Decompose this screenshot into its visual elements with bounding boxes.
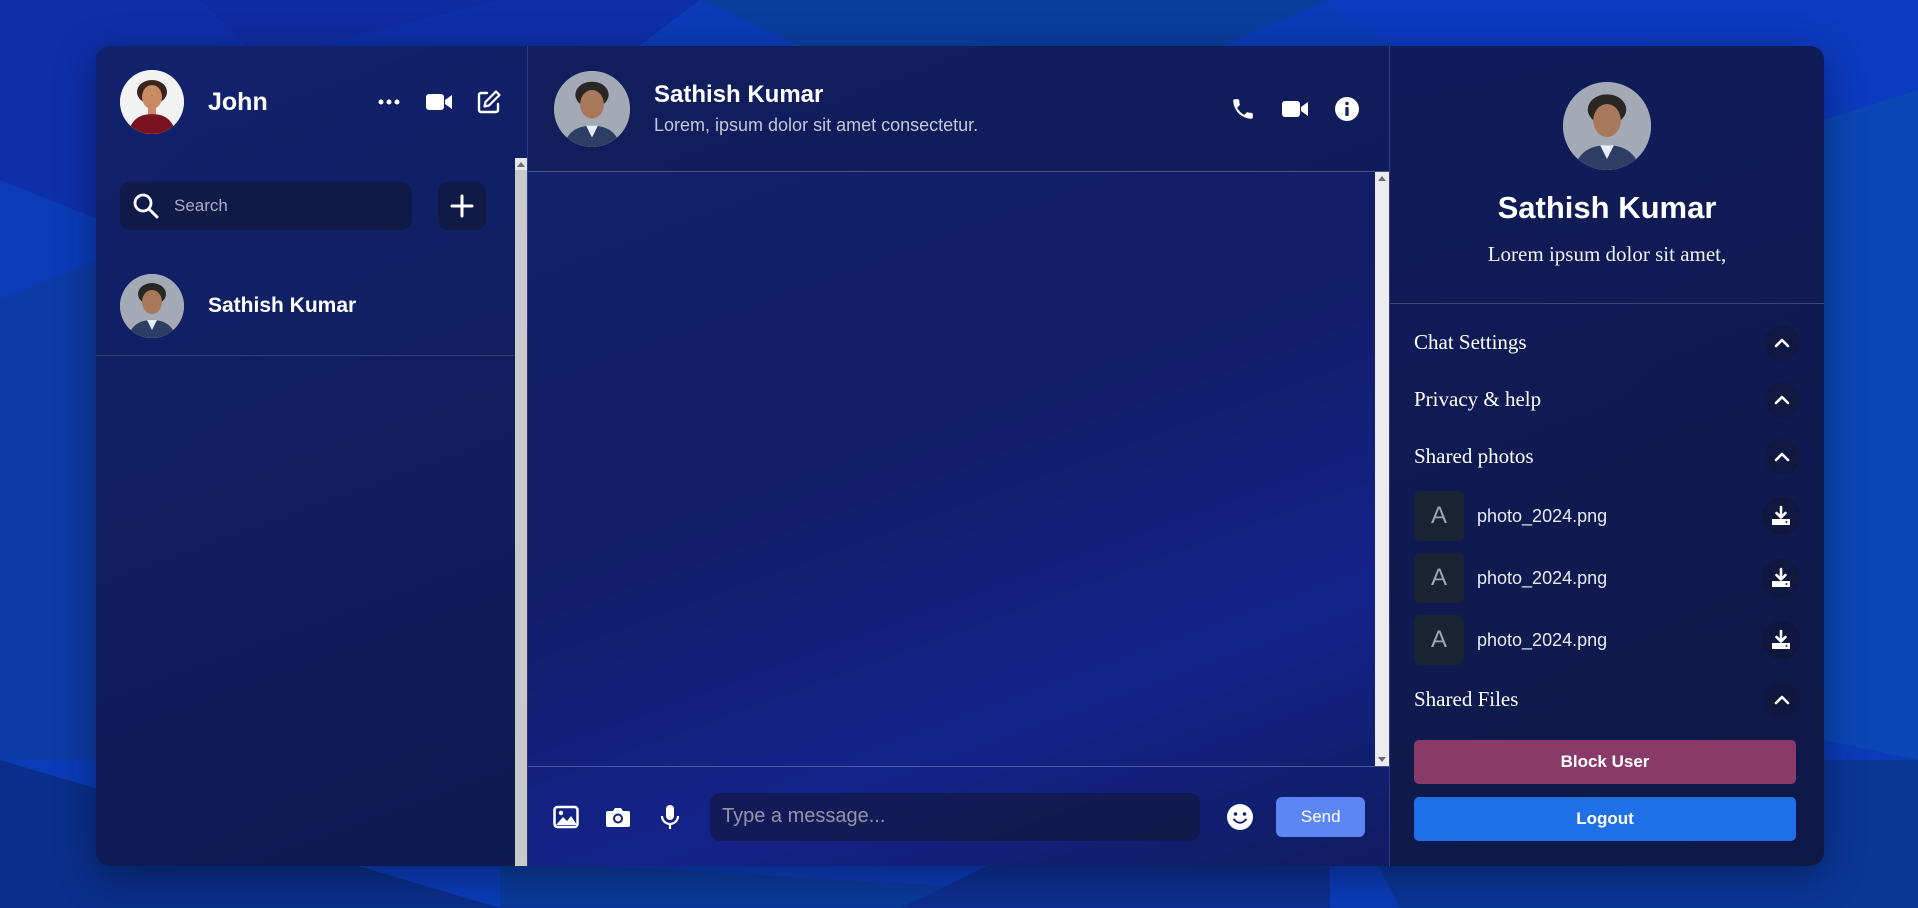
camera-icon[interactable] [604, 803, 632, 831]
user-header: John [96, 46, 527, 158]
photo-name: photo_2024.png [1477, 629, 1608, 650]
message-composer: Send [528, 766, 1389, 866]
photo-thumbnail[interactable]: A [1414, 553, 1464, 603]
chat-partner-name: Sathish Kumar [654, 81, 824, 108]
edit-icon[interactable] [475, 88, 503, 116]
microphone-icon[interactable] [656, 803, 684, 831]
add-button[interactable] [438, 182, 486, 230]
chevron-up-icon[interactable] [1764, 324, 1800, 361]
chat-panel: Sathish Kumar Lorem, ipsum dolor sit ame… [528, 46, 1390, 866]
scroll-up-arrow[interactable] [1375, 172, 1389, 184]
contact-list-item[interactable]: Sathish Kumar [96, 256, 516, 356]
photo-name: photo_2024.png [1477, 505, 1608, 526]
contact-avatar [120, 273, 184, 338]
shared-photo-item: A photo_2024.png [1414, 485, 1800, 547]
chevron-up-icon[interactable] [1764, 381, 1800, 418]
conversation-sidebar: John Search Sathish Kumar [96, 46, 528, 866]
info-icon[interactable] [1333, 95, 1361, 123]
sidebar-scrollbar[interactable] [515, 158, 527, 866]
shared-photo-item: A photo_2024.png [1414, 609, 1800, 671]
profile-avatar [1563, 82, 1651, 170]
photo-thumbnail[interactable]: A [1414, 615, 1464, 665]
message-scrollbar[interactable] [1375, 172, 1389, 766]
message-area [528, 172, 1389, 766]
emoji-icon[interactable] [1226, 803, 1254, 831]
current-user-avatar[interactable] [120, 70, 184, 134]
search-input[interactable] [174, 196, 374, 216]
chat-partner-avatar[interactable] [554, 70, 630, 147]
send-button[interactable]: Send [1276, 796, 1365, 837]
current-user-name: John [208, 87, 268, 116]
section-title: Privacy & help [1414, 387, 1542, 411]
chevron-up-icon[interactable] [1764, 438, 1800, 475]
download-icon[interactable] [1762, 497, 1800, 535]
contact-name: Sathish Kumar [208, 293, 357, 317]
photo-thumbnail[interactable]: A [1414, 491, 1464, 541]
section-title: Chat Settings [1414, 330, 1527, 354]
more-icon[interactable] [375, 88, 403, 116]
block-user-button[interactable]: Block User [1414, 740, 1796, 784]
chat-partner-status: Lorem, ipsum dolor sit amet consectetur. [654, 115, 979, 135]
logout-button[interactable]: Logout [1414, 797, 1796, 841]
section-chat-settings[interactable]: Chat Settings [1414, 314, 1800, 371]
scroll-down-arrow[interactable] [1375, 754, 1389, 766]
section-privacy-help[interactable]: Privacy & help [1414, 371, 1800, 428]
photo-name: photo_2024.png [1477, 567, 1608, 588]
section-title: Shared Files [1414, 687, 1519, 711]
section-shared-files[interactable]: Shared Files [1414, 671, 1800, 728]
download-icon[interactable] [1762, 559, 1800, 597]
search-icon [133, 193, 159, 219]
profile-summary: Sathish Kumar Lorem ipsum dolor sit amet… [1390, 46, 1824, 304]
message-input[interactable] [710, 792, 1201, 841]
search-box [120, 182, 412, 230]
section-title: Shared photos [1414, 444, 1534, 468]
details-panel: Sathish Kumar Lorem ipsum dolor sit amet… [1390, 46, 1824, 866]
profile-bio: Lorem ipsum dolor sit amet, [1487, 242, 1727, 266]
phone-icon[interactable] [1229, 95, 1257, 123]
download-icon[interactable] [1762, 621, 1800, 659]
video-call-icon[interactable] [1281, 95, 1309, 123]
section-shared-photos[interactable]: Shared photos [1414, 428, 1800, 485]
video-icon[interactable] [425, 88, 453, 116]
shared-photo-item: A photo_2024.png [1414, 547, 1800, 609]
scroll-up-arrow[interactable] [515, 158, 527, 170]
image-icon[interactable] [552, 803, 580, 831]
messenger-window: John Search Sathish Kumar Sathish Kumar … [96, 46, 1824, 866]
profile-name: Sathish Kumar [1497, 190, 1717, 225]
plus-icon [450, 194, 474, 218]
chevron-up-icon[interactable] [1764, 681, 1800, 718]
chat-header: Sathish Kumar Lorem, ipsum dolor sit ame… [528, 46, 1389, 172]
